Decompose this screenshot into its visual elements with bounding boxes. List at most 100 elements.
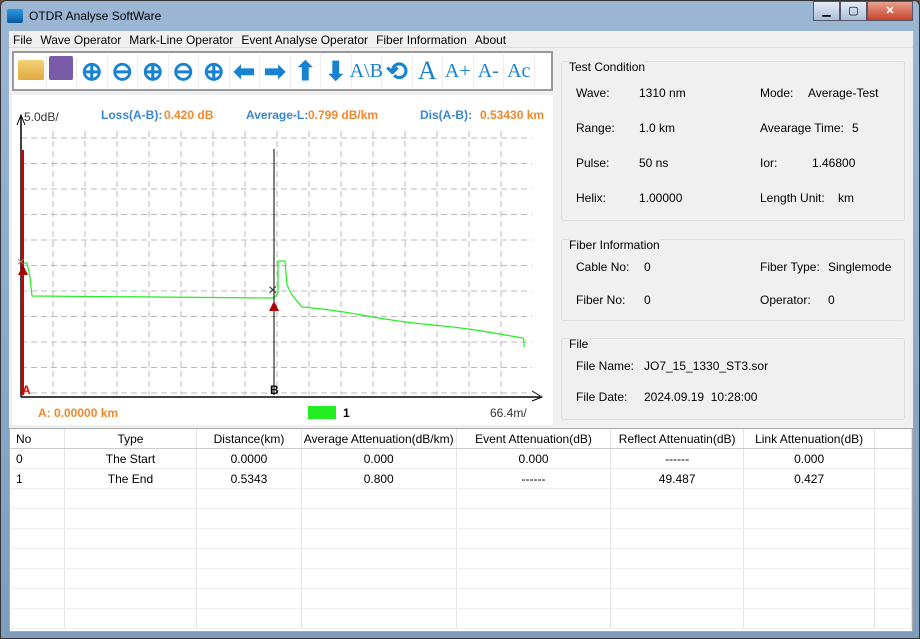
table-cell xyxy=(65,569,198,588)
font-button[interactable]: A xyxy=(413,54,443,88)
table-cell xyxy=(611,529,745,548)
range-label: Range: xyxy=(576,121,615,135)
menu-event-analyse-operator[interactable]: Event Analyse Operator xyxy=(237,31,372,47)
open-folder-button[interactable] xyxy=(16,54,47,88)
table-cell xyxy=(457,509,612,528)
table-cell xyxy=(457,589,612,608)
zoom-reset-button[interactable]: ⊕ xyxy=(199,54,230,88)
cable-no-label: Cable No: xyxy=(576,260,630,274)
arrow-up-icon: ⬆ xyxy=(294,55,317,86)
file-name-value: JO7_15_1330_ST3.sor xyxy=(644,359,769,373)
table-row[interactable]: 0 The Start 0.0000 0.000 0.000 ------ 0.000 xyxy=(10,449,913,469)
close-button[interactable]: ✕ xyxy=(867,1,913,21)
table-cell xyxy=(875,489,913,508)
empty-row xyxy=(10,549,913,569)
average-time-value: 5 xyxy=(852,121,859,135)
marker-a-position: A: 0.00000 km xyxy=(38,406,119,420)
font-larger-button[interactable]: A+ xyxy=(443,54,474,88)
toolbar: ⊕ ⊖ ⊕ ⊖ ⊕ ⬅ ➡ ⬆ ⬇ A\B ⟲ A A+ A- Ac xyxy=(12,51,553,91)
client-area: File Wave Operator Mark-Line Operator Ev… xyxy=(9,31,913,632)
table-cell xyxy=(302,509,457,528)
arrow-down-button[interactable]: ⬇ xyxy=(321,54,352,88)
arrow-right-icon: ➡ xyxy=(263,55,286,86)
operator-value: 0 xyxy=(828,293,835,307)
menu-about[interactable]: About xyxy=(471,31,510,47)
arrow-right-button[interactable]: ➡ xyxy=(260,54,291,88)
table-cell xyxy=(744,549,876,568)
table-cell xyxy=(197,609,302,628)
refresh-icon: ⟲ xyxy=(385,55,408,86)
app-window: OTDR Analyse SoftWare ▁ ▢ ✕ File Wave Op… xyxy=(0,0,920,639)
column-header: Distance(km) xyxy=(197,429,302,448)
zoom-out-vertical-icon: ⊖ xyxy=(172,55,195,86)
table-cell xyxy=(457,549,612,568)
window-title: OTDR Analyse SoftWare xyxy=(29,9,162,23)
arrow-left-button[interactable]: ⬅ xyxy=(230,54,260,88)
refresh-button[interactable]: ⟲ xyxy=(382,54,413,88)
x-scale-label: 66.4m/ xyxy=(490,406,527,420)
empty-row xyxy=(10,569,913,589)
table-cell xyxy=(302,569,457,588)
menu-fiber-information[interactable]: Fiber Information xyxy=(372,31,471,47)
zoom-in-vertical-button[interactable]: ⊕ xyxy=(138,54,169,88)
fiber-type-label: Fiber Type: xyxy=(760,260,820,274)
table-cell xyxy=(65,549,198,568)
table-cell: 1 xyxy=(10,469,65,488)
file-name-label: File Name: xyxy=(576,359,635,373)
maximize-button[interactable]: ▢ xyxy=(840,1,867,21)
column-header: Event Attenuation(dB) xyxy=(457,429,612,448)
table-cell xyxy=(611,609,745,628)
marker-a-label: A xyxy=(22,383,31,397)
zoom-reset-icon: ⊕ xyxy=(202,55,225,86)
arrow-up-button[interactable]: ⬆ xyxy=(291,54,321,88)
y-scale-label: 5.0dB/ xyxy=(24,110,59,124)
font-larger-icon: A+ xyxy=(444,59,471,82)
table-cell xyxy=(65,609,198,628)
save-icon xyxy=(49,55,74,87)
table-cell: 0.000 xyxy=(457,449,612,468)
table-row[interactable]: 1 The End 0.5343 0.800 ------ 49.487 0.427 xyxy=(10,469,913,489)
zoom-out-horizontal-button[interactable]: ⊖ xyxy=(108,54,138,88)
table-cell xyxy=(302,489,457,508)
minimize-button[interactable]: ▁ xyxy=(813,1,840,21)
table-cell xyxy=(457,609,612,628)
font-smaller-button[interactable]: A- xyxy=(474,54,504,88)
save-button[interactable] xyxy=(47,54,77,88)
table-cell xyxy=(611,589,745,608)
table-cell xyxy=(65,489,198,508)
table-cell: 0.000 xyxy=(302,449,457,468)
zoom-in-vertical-icon: ⊕ xyxy=(141,55,164,86)
distance-label: Dis(A-B): xyxy=(420,108,472,122)
length-unit-label: Length Unit: xyxy=(760,191,825,205)
otdr-trace-chart[interactable]: × × 5.0dB/ Loss(A-B): 0.420 dB Average-L… xyxy=(12,95,553,425)
menu-wave-operator[interactable]: Wave Operator xyxy=(36,31,125,47)
menu-mark-line-operator[interactable]: Mark-Line Operator xyxy=(125,31,237,47)
length-unit-value: km xyxy=(838,191,854,205)
zoom-out-vertical-button[interactable]: ⊖ xyxy=(169,54,199,88)
font-color-icon: Ac xyxy=(507,59,531,82)
wave-label: Wave: xyxy=(576,86,610,100)
empty-row xyxy=(10,509,913,529)
x-axis-arrow xyxy=(531,390,544,402)
empty-row xyxy=(10,489,913,509)
table-cell xyxy=(875,509,913,528)
fiber-no-value: 0 xyxy=(644,293,651,307)
empty-row xyxy=(10,609,913,629)
legend-swatch xyxy=(308,406,336,419)
table-cell: 0.800 xyxy=(302,469,457,488)
ab-marker-button[interactable]: A\B xyxy=(350,54,383,88)
zoom-in-horizontal-button[interactable]: ⊕ xyxy=(77,54,108,88)
menu-file[interactable]: File xyxy=(9,31,36,47)
table-cell: 0.0000 xyxy=(197,449,302,468)
table-cell xyxy=(611,569,745,588)
event-table[interactable]: No Type Distance(km) Average Attenuation(dB… xyxy=(9,428,913,632)
group-title: File xyxy=(569,337,589,351)
table-cell: 0 xyxy=(10,449,65,468)
font-color-button[interactable]: Ac xyxy=(504,54,535,88)
column-header: No xyxy=(10,429,65,448)
table-cell xyxy=(875,469,913,488)
table-cell xyxy=(611,509,745,528)
menu-bar: File Wave Operator Mark-Line Operator Ev… xyxy=(9,31,913,48)
column-header: Type xyxy=(65,429,198,448)
table-cell xyxy=(875,569,913,588)
